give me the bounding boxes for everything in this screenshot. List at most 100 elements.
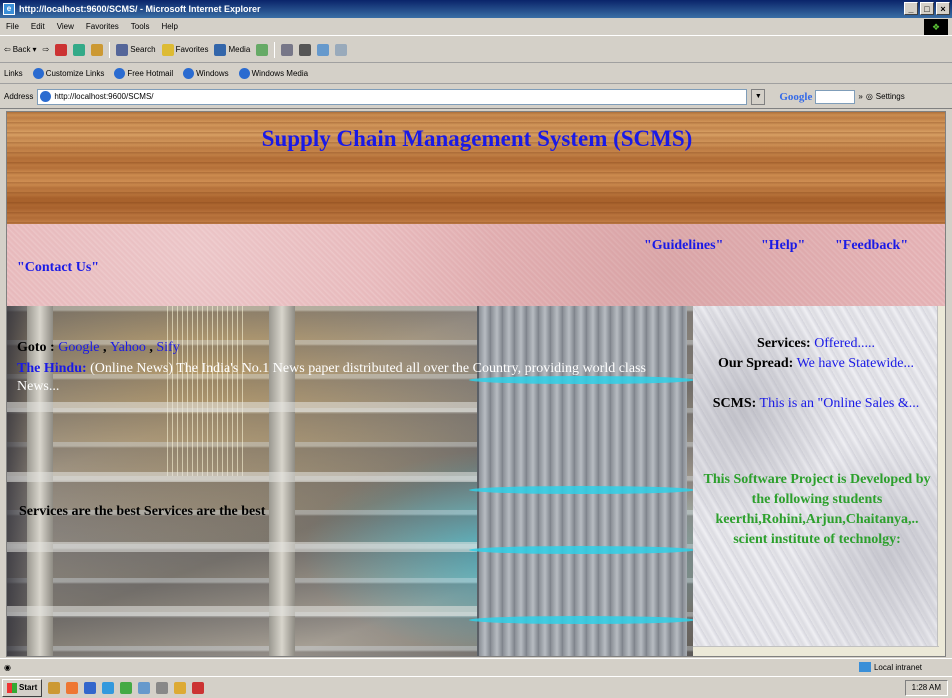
search-label: Search [130, 45, 156, 54]
link-label: Customize Links [45, 69, 105, 78]
link-windows-media[interactable]: Windows Media [238, 68, 308, 79]
google-logo: Google [779, 90, 813, 103]
menu-tools[interactable]: Tools [131, 22, 150, 31]
quicklaunch-app-icon[interactable] [138, 681, 151, 694]
start-label: Start [19, 683, 38, 692]
title-bar: e http://localhost:9600/SCMS/ - Microsof… [0, 0, 952, 18]
minimize-button[interactable]: _ [904, 2, 918, 15]
menu-view[interactable]: View [57, 22, 74, 31]
clock: 1:28 AM [904, 680, 948, 696]
address-dropdown-button[interactable]: ▼ [751, 88, 766, 105]
dropdown-icon: ▾ [32, 45, 37, 54]
scms-line: SCMS: This is an "Online Sales &... [693, 396, 939, 412]
forward-button[interactable]: ⇨ [43, 45, 50, 54]
address-bar: Address http://localhost:9600/SCMS/ ▼ Go… [0, 85, 952, 109]
quicklaunch-desktop-icon[interactable] [48, 681, 61, 694]
hindu-news: The Hindu: (Online News) The India's No.… [17, 360, 677, 396]
security-zone: Local intranet [858, 662, 922, 672]
link-label: Windows [196, 69, 229, 78]
nav-contact-link[interactable]: "Contact Us" [17, 260, 99, 276]
nav-guidelines-link[interactable]: "Guidelines" [644, 238, 723, 254]
refresh-icon[interactable] [73, 43, 86, 56]
home-icon[interactable] [91, 43, 104, 56]
mail-icon[interactable] [281, 43, 294, 56]
link-windows[interactable]: Windows [183, 68, 229, 79]
quicklaunch-app-icon[interactable] [192, 681, 205, 694]
services-link[interactable]: Offered..... [814, 336, 875, 351]
windows-logo-icon: ❖ [924, 19, 948, 35]
standard-toolbar: ⇦ Back ▾ ⇨ Search Favorites Media [0, 37, 952, 63]
taskbar: Start 1:28 AM [0, 676, 952, 698]
menu-edit[interactable]: Edit [31, 22, 45, 31]
hindu-text: (Online News) The India's No.1 News pape… [17, 361, 646, 394]
nav-help-link[interactable]: "Help" [761, 238, 805, 254]
menu-favorites[interactable]: Favorites [86, 22, 119, 31]
messenger-icon[interactable] [335, 43, 348, 56]
quicklaunch-app-icon[interactable] [120, 681, 133, 694]
ie-page-icon [40, 91, 52, 102]
media-button[interactable]: Media [214, 43, 251, 56]
search-icon [116, 43, 129, 56]
quicklaunch-firefox-icon[interactable] [66, 681, 79, 694]
windows-flag-icon [7, 682, 17, 693]
search-button[interactable]: Search [116, 43, 156, 56]
tower-ring [469, 616, 693, 624]
menu-bar: File Edit View Favorites Tools Help ❖ [0, 18, 952, 36]
intranet-icon [858, 662, 871, 672]
close-button[interactable]: × [936, 2, 950, 15]
google-link[interactable]: Google [58, 340, 99, 355]
menu-help[interactable]: Help [161, 22, 177, 31]
media-label: Media [228, 45, 251, 54]
media-icon [214, 43, 227, 56]
zone-label: Local intranet [873, 662, 922, 672]
vertical-scrollbar[interactable] [937, 306, 945, 656]
back-label: Back [12, 45, 31, 54]
browser-window: e http://localhost:9600/SCMS/ - Microsof… [0, 0, 952, 698]
google-toolbar: Google » ◎ Settings [779, 89, 905, 104]
link-free-hotmail[interactable]: Free Hotmail [114, 68, 173, 79]
links-bar: Links Customize Links Free Hotmail Windo… [0, 64, 952, 84]
page-title: Supply Chain Management System (SCMS) [261, 126, 693, 151]
ie-page-icon [114, 68, 126, 79]
google-search-input[interactable] [815, 89, 856, 104]
nav-bar: "Guidelines" "Help" "Feedback" "Contact … [7, 224, 945, 306]
print-icon[interactable] [299, 43, 312, 56]
goto-label: Goto : [17, 340, 55, 355]
quicklaunch-ie-icon[interactable] [102, 681, 115, 694]
menu-file[interactable]: File [6, 22, 19, 31]
favorites-button[interactable]: Favorites [161, 43, 209, 56]
horizontal-scrollbar[interactable] [693, 646, 939, 656]
favorites-label: Favorites [175, 45, 209, 54]
edit-icon[interactable] [317, 43, 330, 56]
services-label: Services: [757, 336, 811, 351]
atrium-floor [7, 542, 477, 552]
mall-photo: Goto : Google , Yahoo , Sify The Hindu: … [7, 306, 693, 656]
nav-feedback-link[interactable]: "Feedback" [835, 238, 908, 254]
hindu-link[interactable]: The Hindu: [17, 361, 87, 376]
history-icon[interactable] [256, 43, 269, 56]
quicklaunch-app-icon[interactable] [156, 681, 169, 694]
stop-icon[interactable] [55, 43, 68, 56]
link-label: Free Hotmail [127, 69, 174, 78]
quicklaunch-app-icon[interactable] [174, 681, 187, 694]
ie-page-icon [238, 68, 250, 79]
settings-button[interactable]: Settings [876, 92, 905, 101]
scms-label: SCMS: [712, 396, 757, 411]
window-title: http://localhost:9600/SCMS/ - Microsoft … [19, 4, 261, 14]
services-marquee: Services are the best Services are the b… [19, 504, 266, 519]
back-button[interactable]: ⇦ Back ▾ [4, 45, 37, 54]
start-button[interactable]: Start [2, 678, 43, 697]
link-customize-links[interactable]: Customize Links [32, 68, 105, 79]
favorites-icon [161, 43, 174, 56]
chevron-icon[interactable]: » [858, 92, 862, 101]
address-input[interactable]: http://localhost:9600/SCMS/ [37, 88, 748, 105]
spread-link[interactable]: We have Statewide... [797, 356, 914, 371]
scms-link[interactable]: This is an "Online Sales &... [760, 396, 920, 411]
sify-link[interactable]: Sify [156, 340, 179, 355]
page-viewport: Supply Chain Management System (SCMS) "G… [6, 111, 946, 657]
spread-label: Our Spread: [717, 356, 794, 371]
tower-ring [469, 486, 693, 494]
maximize-button[interactable]: □ [920, 2, 934, 15]
quicklaunch-ie-icon[interactable] [84, 681, 97, 694]
yahoo-link[interactable]: Yahoo [110, 340, 146, 355]
